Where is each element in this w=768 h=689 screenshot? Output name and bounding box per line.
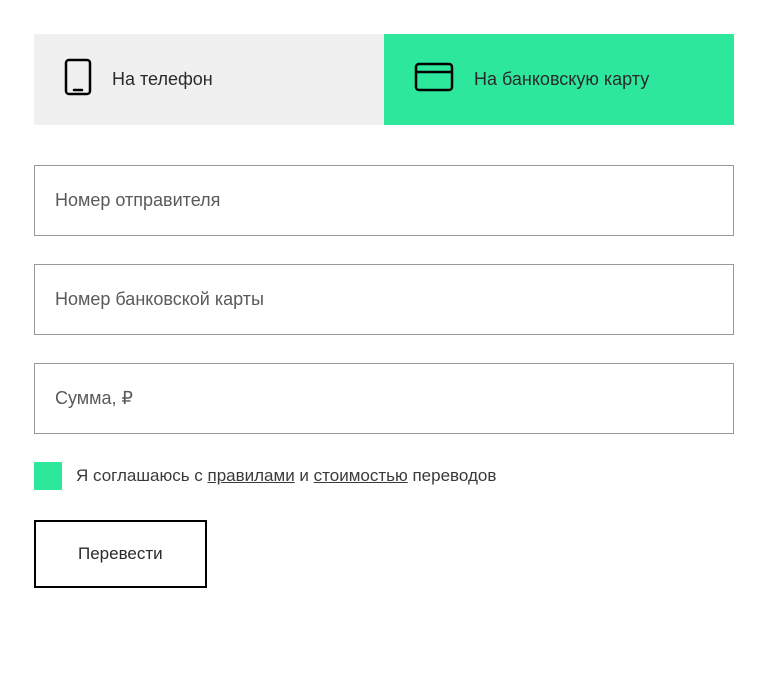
- rules-link[interactable]: правилами: [208, 466, 295, 485]
- card-icon: [414, 62, 454, 97]
- sender-field-wrapper: [34, 165, 734, 236]
- consent-text: Я соглашаюсь с правилами и стоимостью пе…: [76, 466, 496, 486]
- sender-number-input[interactable]: [35, 166, 733, 235]
- tab-phone-label: На телефон: [112, 68, 213, 91]
- consent-suffix: переводов: [408, 466, 497, 485]
- amount-field-wrapper: [34, 363, 734, 434]
- consent-middle: и: [295, 466, 314, 485]
- transfer-type-tabs: На телефон На банковскую карту: [34, 34, 734, 125]
- tab-to-card[interactable]: На банковскую карту: [384, 34, 734, 125]
- amount-input[interactable]: [35, 364, 733, 433]
- phone-icon: [64, 58, 92, 101]
- card-number-input[interactable]: [35, 265, 733, 334]
- tab-to-phone[interactable]: На телефон: [34, 34, 384, 125]
- tab-card-label: На банковскую карту: [474, 68, 649, 91]
- card-field-wrapper: [34, 264, 734, 335]
- consent-row: Я соглашаюсь с правилами и стоимостью пе…: [34, 462, 734, 490]
- consent-prefix: Я соглашаюсь с: [76, 466, 208, 485]
- consent-checkbox[interactable]: [34, 462, 62, 490]
- transfer-button[interactable]: Перевести: [34, 520, 207, 588]
- cost-link[interactable]: стоимостью: [314, 466, 408, 485]
